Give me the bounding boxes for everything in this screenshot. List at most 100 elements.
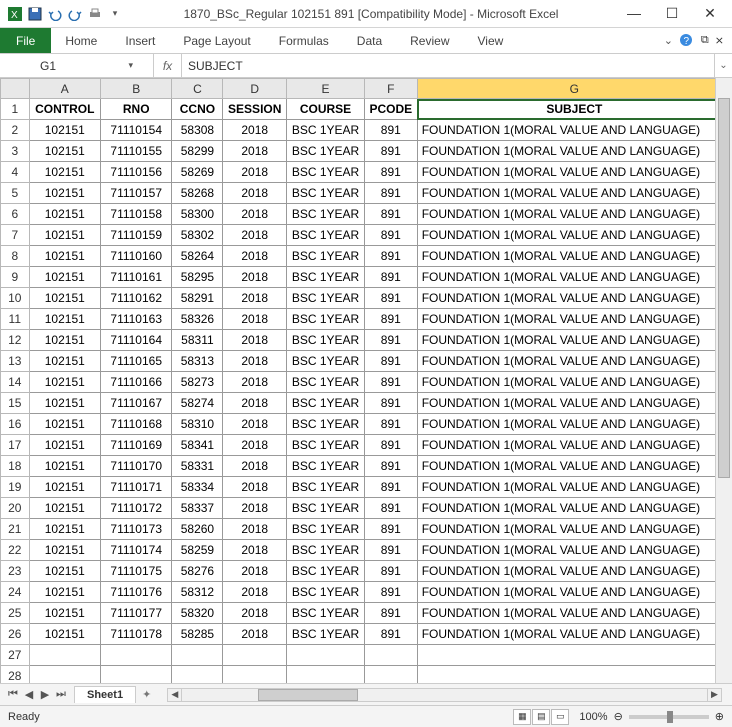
cell[interactable]: 71110165	[100, 351, 171, 372]
cell[interactable]: 2018	[223, 288, 287, 309]
redo-icon[interactable]	[66, 5, 84, 23]
cell[interactable]: 58274	[172, 393, 223, 414]
cell[interactable]: BSC 1YEAR	[287, 372, 365, 393]
cell[interactable]: 102151	[29, 582, 100, 603]
cell[interactable]: FOUNDATION 1(MORAL VALUE AND LANGUAGE)	[417, 561, 731, 582]
cell[interactable]: BSC 1YEAR	[287, 582, 365, 603]
cell[interactable]: 58273	[172, 372, 223, 393]
zoom-level[interactable]: 100%	[579, 711, 607, 723]
cell[interactable]: 58337	[172, 498, 223, 519]
cell[interactable]: 2018	[223, 456, 287, 477]
cell[interactable]: BSC 1YEAR	[287, 477, 365, 498]
normal-view-button[interactable]: ▦	[513, 709, 531, 725]
cell[interactable]: 2018	[223, 393, 287, 414]
row-header[interactable]: 26	[1, 624, 30, 645]
cell[interactable]: BSC 1YEAR	[287, 288, 365, 309]
row-header[interactable]: 10	[1, 288, 30, 309]
cell[interactable]: 102151	[29, 141, 100, 162]
cell[interactable]: FOUNDATION 1(MORAL VALUE AND LANGUAGE)	[417, 519, 731, 540]
cell[interactable]: FOUNDATION 1(MORAL VALUE AND LANGUAGE)	[417, 414, 731, 435]
cell[interactable]: 71110160	[100, 246, 171, 267]
cell[interactable]: SUBJECT	[417, 99, 731, 120]
cell[interactable]: 891	[364, 582, 417, 603]
cell[interactable]: BSC 1YEAR	[287, 309, 365, 330]
cell[interactable]: 891	[364, 414, 417, 435]
cell[interactable]: 102151	[29, 561, 100, 582]
row-header[interactable]: 18	[1, 456, 30, 477]
cell[interactable]: 891	[364, 183, 417, 204]
cell[interactable]: 2018	[223, 603, 287, 624]
vertical-scroll-thumb[interactable]	[718, 98, 730, 478]
cell[interactable]: 71110178	[100, 624, 171, 645]
cell[interactable]: 58313	[172, 351, 223, 372]
cell[interactable]: 102151	[29, 624, 100, 645]
cell[interactable]: 71110156	[100, 162, 171, 183]
cell[interactable]: BSC 1YEAR	[287, 435, 365, 456]
cell[interactable]: 71110170	[100, 456, 171, 477]
row-header[interactable]: 1	[1, 99, 30, 120]
column-header-B[interactable]: B	[100, 79, 171, 99]
cell[interactable]: 2018	[223, 435, 287, 456]
cell[interactable]: 891	[364, 246, 417, 267]
cell[interactable]: CONTROL	[29, 99, 100, 120]
cell[interactable]: 71110172	[100, 498, 171, 519]
worksheet-grid[interactable]: ABCDEFG 1CONTROLRNOCCNOSESSIONCOURSEPCOD…	[0, 78, 732, 683]
print-icon[interactable]	[86, 5, 104, 23]
cell[interactable]: 891	[364, 162, 417, 183]
row-header[interactable]: 25	[1, 603, 30, 624]
cell[interactable]: BSC 1YEAR	[287, 120, 365, 141]
cell[interactable]: 58331	[172, 456, 223, 477]
hscroll-left-icon[interactable]: ◀	[168, 689, 182, 701]
cell[interactable]: BSC 1YEAR	[287, 183, 365, 204]
ribbon-tab-home[interactable]: Home	[51, 28, 111, 53]
cell[interactable]: FOUNDATION 1(MORAL VALUE AND LANGUAGE)	[417, 456, 731, 477]
cell[interactable]: 58326	[172, 309, 223, 330]
cell[interactable]: 891	[364, 561, 417, 582]
cell[interactable]: 71110155	[100, 141, 171, 162]
cell[interactable]: 102151	[29, 498, 100, 519]
cell[interactable]: 58311	[172, 330, 223, 351]
cell[interactable]: 2018	[223, 372, 287, 393]
cell[interactable]: 58312	[172, 582, 223, 603]
cell[interactable]: 2018	[223, 498, 287, 519]
cell[interactable]: 71110164	[100, 330, 171, 351]
cell[interactable]: SESSION	[223, 99, 287, 120]
cell[interactable]: 891	[364, 141, 417, 162]
cell[interactable]: 2018	[223, 225, 287, 246]
tab-nav-first-icon[interactable]: ⏮	[6, 688, 20, 701]
cell[interactable]: 2018	[223, 162, 287, 183]
formula-bar-input[interactable]: SUBJECT	[182, 59, 714, 73]
cell[interactable]: 58320	[172, 603, 223, 624]
cell[interactable]: RNO	[100, 99, 171, 120]
cell[interactable]: 891	[364, 498, 417, 519]
cell[interactable]: 58268	[172, 183, 223, 204]
cell[interactable]: 891	[364, 540, 417, 561]
cell[interactable]: 71110171	[100, 477, 171, 498]
cell[interactable]: 71110159	[100, 225, 171, 246]
cell[interactable]	[172, 645, 223, 666]
zoom-in-button[interactable]: ⊕	[715, 710, 724, 723]
cell[interactable]	[223, 645, 287, 666]
cell[interactable]	[287, 645, 365, 666]
cell[interactable]: FOUNDATION 1(MORAL VALUE AND LANGUAGE)	[417, 120, 731, 141]
cell[interactable]: FOUNDATION 1(MORAL VALUE AND LANGUAGE)	[417, 351, 731, 372]
cell[interactable]: 102151	[29, 414, 100, 435]
cell[interactable]: 58295	[172, 267, 223, 288]
cell[interactable]: 102151	[29, 204, 100, 225]
name-box[interactable]: G1 ▾	[0, 54, 154, 77]
cell[interactable]: 2018	[223, 561, 287, 582]
row-header[interactable]: 14	[1, 372, 30, 393]
cell[interactable]: BSC 1YEAR	[287, 498, 365, 519]
cell[interactable]: 891	[364, 603, 417, 624]
cell[interactable]: 58302	[172, 225, 223, 246]
column-header-C[interactable]: C	[172, 79, 223, 99]
cell[interactable]: 891	[364, 330, 417, 351]
cell[interactable]: 71110174	[100, 540, 171, 561]
cell[interactable]: 891	[364, 267, 417, 288]
cell[interactable]: 102151	[29, 225, 100, 246]
row-header[interactable]: 17	[1, 435, 30, 456]
cell[interactable]: 58334	[172, 477, 223, 498]
ribbon-tab-view[interactable]: View	[464, 28, 518, 53]
row-header[interactable]: 6	[1, 204, 30, 225]
cell[interactable]: 891	[364, 120, 417, 141]
